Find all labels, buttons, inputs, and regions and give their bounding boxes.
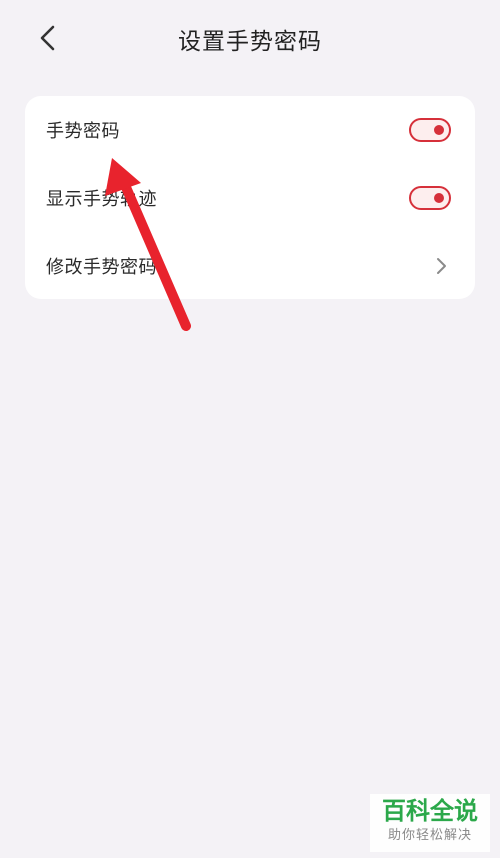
setting-row-gesture-password[interactable]: 手势密码	[25, 96, 475, 164]
watermark-subtitle: 助你轻松解决	[387, 828, 472, 843]
watermark-logo: 百科全说 助你轻松解决	[370, 794, 490, 852]
show-trail-toggle[interactable]	[409, 186, 451, 210]
setting-label-show-trail: 显示手势轨迹	[46, 189, 157, 210]
watermark-title: 百科全说	[382, 797, 478, 825]
setting-row-change-gesture[interactable]: 修改手势密码	[25, 232, 475, 300]
gesture-password-toggle[interactable]	[409, 118, 451, 142]
page-title: 设置手势密码	[178, 29, 322, 55]
chevron-right-icon	[437, 258, 446, 274]
toggle-knob	[434, 125, 444, 135]
setting-label-change-gesture: 修改手势密码	[46, 257, 157, 278]
settings-card: 手势密码 显示手势轨迹 修改手势密码	[25, 96, 475, 299]
setting-label-gesture-password: 手势密码	[46, 121, 120, 142]
header-bar: 设置手势密码	[0, 0, 500, 80]
setting-row-show-trail[interactable]: 显示手势轨迹	[25, 164, 475, 232]
toggle-knob	[434, 193, 444, 203]
